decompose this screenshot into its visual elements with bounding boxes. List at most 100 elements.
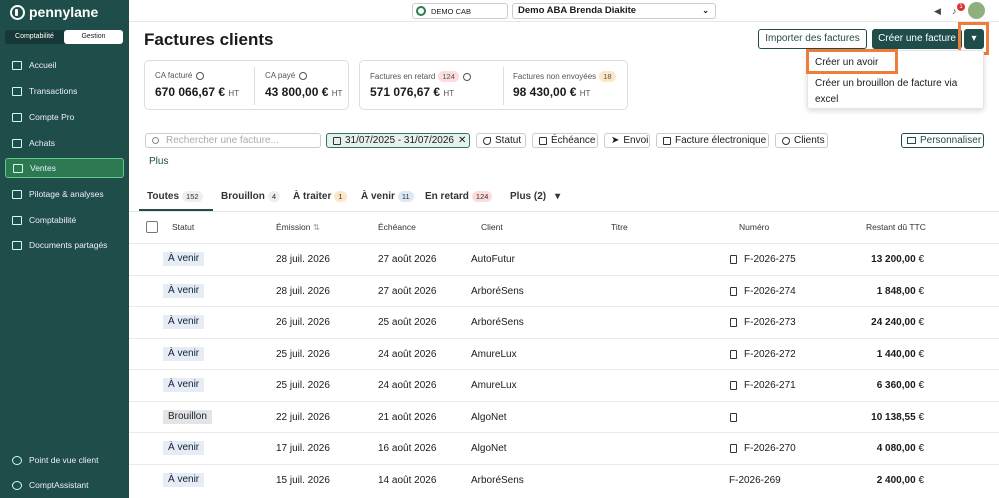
currency: € bbox=[918, 349, 924, 360]
info-icon[interactable] bbox=[196, 71, 205, 80]
tab-label: À traiter bbox=[293, 191, 332, 202]
menu-item-brouillon-excel[interactable]: Créer un brouillon de facture via bbox=[815, 78, 957, 89]
sidebar-item-comptassistant[interactable]: ComptAssistant bbox=[5, 475, 124, 495]
pennylane-logo[interactable]: pennylane bbox=[10, 4, 98, 20]
due-date: 27 août 2026 bbox=[378, 286, 437, 297]
kpi-value: 43 800,00 € HT bbox=[265, 85, 342, 99]
avatar[interactable] bbox=[968, 2, 985, 19]
col-titre[interactable]: Titre bbox=[611, 222, 628, 232]
kpi-value-text: 571 076,67 € bbox=[370, 85, 441, 99]
tab-plus[interactable]: Plus (2) ▾ bbox=[510, 191, 560, 202]
filter-clients[interactable]: Clients bbox=[775, 133, 828, 148]
close-icon[interactable]: ✕ bbox=[458, 134, 466, 147]
kpi-card-revenue: CA facturé 670 066,67 € HT CA payé 43 80… bbox=[144, 60, 349, 110]
tab-a-venir[interactable]: À venir 11 bbox=[361, 191, 414, 202]
megaphone-icon[interactable]: ◀ bbox=[934, 6, 941, 17]
table-row[interactable]: Brouillon 22 juil. 2026 21 août 2026 AlgoNe… bbox=[129, 401, 999, 432]
status-badge: À venir bbox=[163, 347, 205, 361]
amount-value: 1 440,00 bbox=[876, 349, 916, 360]
sidebar-item-comptabilite[interactable]: Comptabilité bbox=[5, 210, 124, 230]
bank-icon bbox=[12, 86, 22, 96]
document-icon bbox=[663, 136, 671, 145]
filter-facture-electronique[interactable]: Facture électronique bbox=[656, 133, 769, 148]
filter-envoi[interactable]: ➤ Envoi bbox=[604, 133, 650, 148]
client-name: AutoFutur bbox=[471, 254, 515, 265]
sidebar-item-documents[interactable]: Documents partagés bbox=[5, 235, 124, 255]
toggle-comptabilite[interactable]: Comptabilité bbox=[5, 30, 64, 44]
sales-icon bbox=[13, 163, 23, 173]
cab-selector[interactable]: DEMO CAB bbox=[412, 3, 508, 19]
due-date: 21 août 2026 bbox=[378, 412, 437, 423]
due-date: 27 août 2026 bbox=[378, 254, 437, 265]
document-icon[interactable] bbox=[730, 444, 737, 453]
search-input[interactable]: Rechercher une facture... bbox=[145, 133, 321, 148]
tab-count: 124 bbox=[471, 191, 493, 202]
date-range-filter[interactable]: 31/07/2025 - 31/07/2026 ✕ bbox=[326, 133, 470, 148]
col-client[interactable]: Client bbox=[481, 222, 503, 232]
info-icon[interactable] bbox=[299, 71, 308, 80]
sidebar-item-label: Ventes bbox=[30, 163, 56, 173]
sidebar-item-point-de-vue[interactable]: Point de vue client bbox=[5, 450, 124, 470]
table-row[interactable]: À venir 25 juil. 2026 24 août 2026 AmureLux… bbox=[129, 338, 999, 369]
sidebar-item-achats[interactable]: Achats bbox=[5, 133, 124, 153]
invoice-number: F-2026-275 bbox=[744, 254, 796, 265]
filter-statut[interactable]: Statut bbox=[476, 133, 526, 148]
bell-icon[interactable]: ♪ bbox=[952, 6, 957, 16]
emission-date: 26 juil. 2026 bbox=[276, 317, 330, 328]
kpi-value-text: 98 430,00 € bbox=[513, 85, 577, 99]
dossier-selector[interactable]: Demo ABA Brenda Diakite ⌄ bbox=[512, 3, 716, 19]
table-row[interactable]: À venir 28 juil. 2026 27 août 2026 ArboréSe… bbox=[129, 275, 999, 306]
create-invoice-button[interactable]: Créer une facture bbox=[872, 29, 962, 49]
sidebar-item-compte-pro[interactable]: Compte Pro bbox=[5, 107, 124, 127]
divider bbox=[503, 67, 504, 105]
due-date: 24 août 2026 bbox=[378, 380, 437, 391]
col-emission[interactable]: Émission ⇅ bbox=[276, 222, 320, 233]
document-icon[interactable] bbox=[730, 287, 737, 296]
invoice-number: F-2026-273 bbox=[744, 317, 796, 328]
tab-count: 11 bbox=[397, 191, 414, 202]
sidebar-item-pilotage[interactable]: Pilotage & analyses bbox=[5, 184, 124, 204]
select-all-checkbox[interactable] bbox=[146, 221, 158, 233]
table-row[interactable]: À venir 25 juil. 2026 24 août 2026 AmureLux… bbox=[129, 369, 999, 400]
filter-echeance[interactable]: Échéance bbox=[532, 133, 598, 148]
tab-a-traiter[interactable]: À traiter 1 bbox=[293, 191, 347, 202]
document-icon[interactable] bbox=[730, 381, 737, 390]
document-icon[interactable] bbox=[730, 255, 737, 264]
status-badge: Brouillon bbox=[163, 410, 212, 424]
table-row[interactable]: À venir 15 juil. 2026 14 août 2026 ArboréSe… bbox=[129, 464, 999, 495]
dossier-name: Demo ABA Brenda Diakite bbox=[518, 5, 637, 16]
sidebar-item-transactions[interactable]: Transactions bbox=[5, 81, 124, 101]
personnaliser-button[interactable]: Personnaliser bbox=[901, 133, 984, 148]
toggle-gestion[interactable]: Gestion bbox=[64, 30, 123, 44]
document-icon[interactable] bbox=[730, 350, 737, 359]
col-statut[interactable]: Statut bbox=[172, 222, 194, 232]
table-row[interactable]: À venir 26 juil. 2026 25 août 2026 ArboréSe… bbox=[129, 306, 999, 337]
due-date: 24 août 2026 bbox=[378, 349, 437, 360]
table-row[interactable]: À venir 28 juil. 2026 27 août 2026 AutoFutu… bbox=[129, 243, 999, 274]
col-echeance[interactable]: Échéance bbox=[378, 222, 416, 232]
document-icon[interactable] bbox=[730, 318, 737, 327]
import-invoices-button[interactable]: Importer des factures bbox=[758, 29, 867, 49]
col-restant[interactable]: Restant dû TTC bbox=[866, 222, 926, 232]
due-date: 25 août 2026 bbox=[378, 317, 437, 328]
amount-due: 4 080,00 € bbox=[877, 443, 924, 454]
table-row[interactable]: À venir 17 juil. 2026 16 août 2026 AlgoNet F… bbox=[129, 432, 999, 463]
sidebar-item-label: Accueil bbox=[29, 60, 57, 70]
sidebar-item-ventes[interactable]: Ventes bbox=[5, 158, 124, 178]
tab-toutes[interactable]: Toutes 152 bbox=[147, 191, 203, 202]
filter-label: Échéance bbox=[551, 135, 596, 146]
amount-value: 13 200,00 bbox=[871, 254, 916, 265]
sidebar-item-accueil[interactable]: Accueil bbox=[5, 55, 124, 75]
tab-en-retard[interactable]: En retard 124 bbox=[425, 191, 493, 202]
invoice-number: F-2026-270 bbox=[744, 443, 796, 454]
tab-brouillon[interactable]: Brouillon 4 bbox=[221, 191, 281, 202]
document-icon[interactable] bbox=[730, 413, 737, 422]
cab-logo-icon bbox=[416, 6, 426, 16]
invoice-number: F-2026-274 bbox=[744, 286, 796, 297]
info-icon[interactable] bbox=[462, 72, 471, 81]
col-numero[interactable]: Numéro bbox=[739, 222, 769, 232]
sort-icon[interactable]: ⇅ bbox=[313, 222, 320, 232]
more-filters-link[interactable]: Plus bbox=[149, 156, 168, 167]
tab-label: Plus (2) bbox=[510, 191, 547, 202]
menu-item-brouillon-excel-cont[interactable]: excel bbox=[815, 94, 838, 105]
